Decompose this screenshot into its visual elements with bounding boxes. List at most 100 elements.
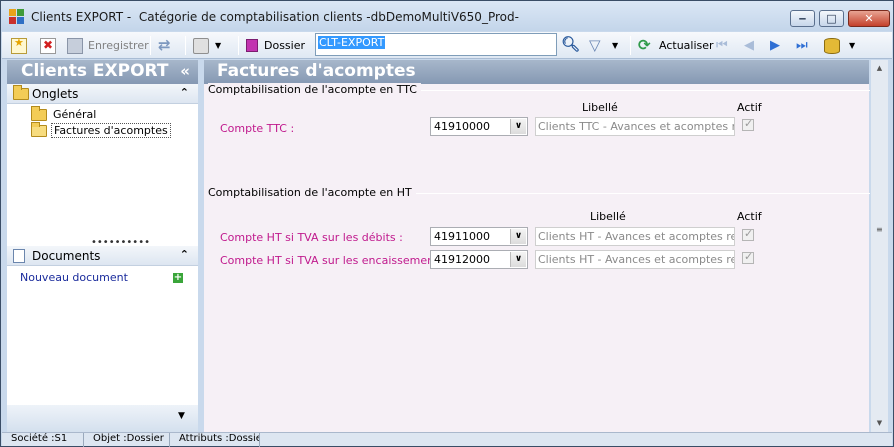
save-icon: [67, 37, 83, 54]
compte-ttc-actif-checkbox[interactable]: [742, 117, 754, 131]
database-dropdown-icon[interactable]: ▼: [849, 41, 855, 50]
maximize-button[interactable]: □: [819, 10, 844, 27]
compte-ht-debits-label: Compte HT si TVA sur les débits :: [220, 231, 403, 244]
filter-icon: ▽: [589, 35, 601, 54]
compte-ht-debits-field[interactable]: 41911000 ∨: [430, 227, 528, 246]
window-title: Clients EXPORT - Catégorie de comptabili…: [31, 10, 519, 24]
search-button[interactable]: 🔍︎: [561, 34, 581, 55]
compte-ht-debits-actif-checkbox[interactable]: [742, 227, 754, 241]
compte-ht-debits-libelle-text: Clients HT - Avances et acomptes reçus s: [538, 230, 734, 243]
left-pane: Clients EXPORT « Onglets ⌃ Général Factu…: [7, 60, 198, 432]
document-icon: [13, 249, 25, 263]
first-record-button[interactable]: ⏮︎: [716, 36, 728, 55]
sync-button[interactable]: ⇄: [158, 36, 174, 55]
tab-factures-acomptes-label: Factures d'acomptes: [51, 123, 171, 138]
column-actif: Actif: [737, 210, 762, 223]
compte-ttc-value: 41910000: [434, 120, 490, 133]
print-dropdown-icon[interactable]: ▼: [215, 41, 221, 50]
documents-section-header[interactable]: Documents ⌃: [7, 246, 198, 266]
search-icon: 🔍︎: [561, 34, 581, 53]
folder-button[interactable]: Dossier: [246, 36, 305, 55]
search-input[interactable]: CLT-EXPORT: [315, 33, 557, 56]
delete-icon: ✖: [40, 37, 56, 54]
last-record-icon: ⏭︎: [796, 38, 808, 53]
collapse-pane-icon[interactable]: «: [180, 62, 190, 80]
delete-button[interactable]: ✖: [40, 36, 56, 55]
next-record-icon: ▶: [770, 38, 780, 53]
chevron-up-icon[interactable]: ⌃: [180, 86, 189, 99]
printer-icon: [193, 37, 209, 54]
previous-record-button[interactable]: ◀: [744, 36, 754, 55]
compte-ht-encaissements-libelle-text: Clients HT - Avances et acomptes reçus s: [538, 253, 734, 266]
application-window: Clients EXPORT - Catégorie de comptabili…: [0, 0, 894, 447]
documents-section-title: Documents: [32, 249, 101, 263]
compte-ht-encaissements-field[interactable]: 41912000 ∨: [430, 250, 528, 269]
page-title: Factures d'acomptes: [217, 61, 416, 81]
refresh-label: Actualiser: [659, 39, 714, 52]
add-icon[interactable]: +: [173, 273, 183, 283]
new-document-link[interactable]: Nouveau document: [20, 271, 128, 284]
compte-ht-encaissements-actif-checkbox[interactable]: [742, 250, 754, 264]
tab-general[interactable]: Général: [31, 105, 98, 122]
chevron-down-icon[interactable]: ∨: [510, 119, 526, 134]
compte-ttc-field[interactable]: 41910000 ∨: [430, 117, 528, 136]
status-objet: Objet :Dossier: [86, 433, 170, 447]
status-bar: Société :S1 Objet :Dossier Attributs :Do…: [2, 432, 892, 447]
compte-ht-encaissements-libelle: Clients HT - Avances et acomptes reçus s: [535, 250, 735, 269]
tab-factures-acomptes[interactable]: Factures d'acomptes: [31, 121, 171, 138]
compte-ttc-label: Compte TTC :: [220, 122, 295, 135]
column-libelle: Libellé: [582, 101, 618, 114]
chevron-down-icon[interactable]: ∨: [510, 252, 526, 267]
vertical-scrollbar[interactable]: ▲ ≡ ▼: [871, 60, 888, 432]
group-ttc-title: Comptabilisation de l'acompte en TTC: [208, 83, 421, 96]
left-pane-header: Clients EXPORT «: [7, 60, 198, 84]
filter-button[interactable]: ▽ ▼: [588, 36, 618, 55]
column-libelle: Libellé: [590, 210, 626, 223]
group-ht-title: Comptabilisation de l'acompte en HT: [208, 186, 416, 199]
new-document-icon: ★: [11, 36, 27, 54]
folder-icon: [246, 39, 258, 52]
folder-icon: [31, 105, 47, 121]
tab-general-label: Général: [53, 108, 97, 121]
tabs-section-title: Onglets: [32, 87, 79, 101]
chevron-down-icon[interactable]: ▼: [178, 411, 185, 421]
filter-dropdown-icon[interactable]: ▼: [612, 41, 618, 50]
compte-ht-debits-libelle: Clients HT - Avances et acomptes reçus s: [535, 227, 735, 246]
app-icon: [9, 9, 25, 25]
last-record-button[interactable]: ⏭︎: [796, 36, 808, 55]
chevron-down-icon[interactable]: ∨: [510, 229, 526, 244]
scroll-up-icon[interactable]: ▲: [871, 60, 888, 77]
minimize-button[interactable]: ‒: [790, 10, 815, 27]
column-actif: Actif: [737, 101, 762, 114]
open-folder-icon: [31, 121, 47, 137]
save-label: Enregistrer: [88, 39, 149, 52]
refresh-icon: ⟳: [638, 35, 651, 54]
save-button[interactable]: Enregistrer: [67, 36, 149, 55]
title-bar: Clients EXPORT - Catégorie de comptabili…: [1, 1, 893, 31]
left-pane-footer: ▼: [7, 405, 198, 432]
status-societe: Société :S1: [4, 433, 84, 447]
status-attributs: Attributs :Dossier: [172, 433, 260, 447]
compte-ttc-libelle-text: Clients TTC - Avances et acomptes reçus: [538, 120, 734, 133]
first-record-icon: ⏮︎: [716, 38, 728, 53]
scroll-down-icon[interactable]: ▼: [871, 415, 888, 432]
database-button[interactable]: ▼: [824, 36, 855, 55]
chevron-up-icon[interactable]: ⌃: [180, 248, 189, 261]
compte-ht-encaissements-value: 41912000: [434, 253, 490, 266]
database-icon: [824, 37, 840, 54]
folder-label: Dossier: [264, 39, 306, 52]
refresh-button[interactable]: ⟳ Actualiser: [638, 36, 714, 55]
main-pane-header: Factures d'acomptes: [204, 60, 869, 84]
close-button[interactable]: ✕: [848, 10, 890, 27]
next-record-button[interactable]: ▶: [770, 36, 780, 55]
print-button[interactable]: ▼: [193, 36, 221, 55]
new-button[interactable]: ★: [11, 36, 27, 55]
left-pane-title: Clients EXPORT: [21, 61, 169, 81]
tabs-section-header[interactable]: Onglets ⌃: [7, 84, 198, 104]
toolbar: ★ ✖ Enregistrer ⇄ ▼ Dossier CLT-EXPORT 🔍…: [2, 32, 892, 59]
search-value: CLT-EXPORT: [318, 36, 386, 49]
minimize-icon: ‒: [798, 12, 807, 25]
compte-ttc-libelle: Clients TTC - Avances et acomptes reçus: [535, 117, 735, 136]
compte-ht-debits-value: 41911000: [434, 230, 490, 243]
scroll-grip[interactable]: ≡: [876, 225, 883, 234]
